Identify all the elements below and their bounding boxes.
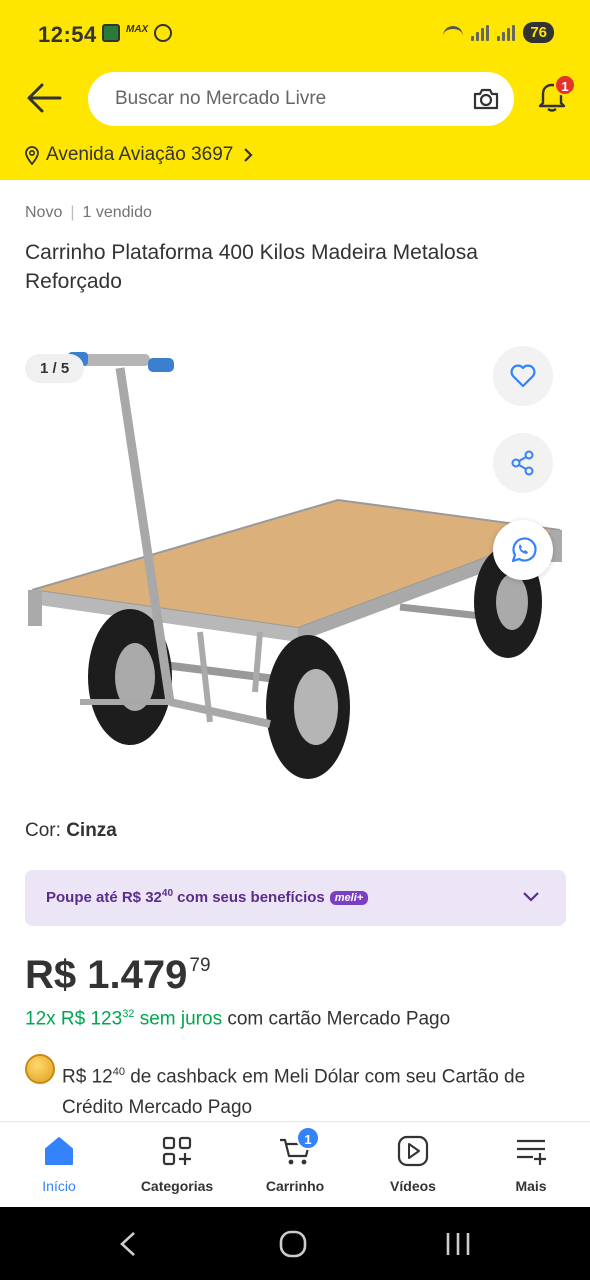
- nav-item-home[interactable]: Início: [0, 1122, 118, 1208]
- installments-info: 12x R$ 12332 sem juros com cartão Mercad…: [25, 1008, 450, 1030]
- wifi-icon: [443, 25, 464, 40]
- notification-badge: 1: [554, 74, 576, 96]
- whatsapp-share-button[interactable]: [493, 520, 553, 580]
- whatsapp-icon: [511, 537, 537, 563]
- signal-icon-2: [497, 24, 516, 41]
- price-whole: 1.479: [87, 953, 188, 997]
- sold-count: 1 vendido: [82, 204, 152, 221]
- chevron-down-icon: [523, 892, 539, 902]
- nav-label-videos: Vídeos: [390, 1178, 436, 1194]
- installment-suffix: com cartão Mercado Pago: [227, 1008, 451, 1030]
- heart-icon: [510, 364, 536, 388]
- benefits-text: Poupe até R$ 3240 com seus benefícios mel…: [46, 888, 369, 906]
- status-bar: 12:54 MAX 76: [0, 0, 590, 70]
- status-right-icons: 76: [443, 22, 554, 43]
- installment-count: 12x R$ 123: [25, 1008, 123, 1030]
- camera-icon[interactable]: [472, 85, 500, 113]
- meli-plus-badge: meli+: [329, 891, 369, 905]
- benefit-cents: 40: [161, 888, 174, 899]
- system-recents-icon[interactable]: [444, 1229, 472, 1259]
- cashback-amount: R$ 12: [62, 1066, 113, 1088]
- more-icon: [517, 1139, 546, 1165]
- sync-notification-icon: [154, 24, 172, 42]
- installment-cents: 32: [122, 1008, 135, 1020]
- product-gallery[interactable]: 1 / 5: [0, 322, 590, 800]
- cart-badge: 1: [296, 1126, 320, 1150]
- notifications-button[interactable]: 1: [534, 74, 576, 118]
- color-selector[interactable]: Cor: Cinza: [25, 820, 117, 842]
- system-navigation-bar: [0, 1207, 590, 1280]
- share-icon: [511, 450, 534, 476]
- price-cents: 79: [189, 955, 211, 976]
- max-notification-icon: MAX: [126, 24, 149, 35]
- benefit-suffix: com seus benefícios: [173, 889, 325, 906]
- battery-indicator: 76: [523, 22, 554, 43]
- condition-text: Novo: [25, 204, 63, 221]
- nav-item-categories[interactable]: Categorias: [118, 1122, 236, 1208]
- nav-item-more[interactable]: Mais: [472, 1122, 590, 1208]
- product-price: R$ 1.479 79: [25, 953, 211, 998]
- signal-icon: [471, 24, 490, 41]
- product-title: Carrinho Plataforma 400 Kilos Madeira Me…: [25, 241, 478, 293]
- chevron-right-icon: [244, 148, 253, 162]
- location-pin-icon: [25, 146, 39, 165]
- nav-item-cart[interactable]: 1 Carrinho: [236, 1122, 354, 1208]
- nav-label-categories: Categorias: [140, 1178, 214, 1194]
- image-counter: 1 / 5: [25, 354, 85, 383]
- home-icon: [45, 1137, 73, 1165]
- app-notification-icon: [102, 24, 120, 42]
- system-home-icon[interactable]: [278, 1229, 308, 1259]
- favorite-button[interactable]: [493, 346, 553, 406]
- cashback-description: de cashback em Meli Dólar com seu Cartão…: [62, 1066, 526, 1119]
- cashback-cents: 40: [112, 1066, 125, 1078]
- benefit-amount: Poupe até R$ 32: [46, 889, 162, 906]
- status-time: 12:54: [38, 22, 97, 47]
- nav-item-videos[interactable]: Vídeos: [354, 1122, 472, 1208]
- search-input[interactable]: Buscar no Mercado Livre: [88, 72, 514, 126]
- video-icon: [397, 1135, 429, 1167]
- share-button[interactable]: [493, 433, 553, 493]
- no-interest-text: sem juros: [139, 1008, 223, 1030]
- back-arrow-icon[interactable]: [24, 80, 64, 116]
- nav-label-cart: Carrinho: [265, 1178, 325, 1194]
- categories-icon: [162, 1136, 192, 1166]
- price-currency: R$: [25, 953, 77, 997]
- benefits-banner[interactable]: Poupe até R$ 3240 com seus benefícios mel…: [25, 870, 566, 926]
- search-placeholder: Buscar no Mercado Livre: [115, 88, 327, 109]
- cashback-text: R$ 1240 de cashback em Meli Dólar com se…: [62, 1057, 577, 1123]
- status-notification-icons: MAX: [102, 24, 172, 42]
- address-selector[interactable]: Avenida Aviação 3697: [24, 144, 253, 166]
- nav-label-home: Início: [42, 1178, 76, 1194]
- meli-dollar-coin-icon: [25, 1054, 55, 1084]
- color-value: Cinza: [66, 820, 117, 841]
- header: Buscar no Mercado Livre 1 Avenida Aviaçã…: [0, 70, 590, 180]
- nav-label-more: Mais: [515, 1178, 547, 1194]
- product-condition: Novo | 1 vendido: [25, 204, 152, 221]
- color-label: Cor:: [25, 820, 61, 841]
- address-text: Avenida Aviação 3697: [46, 144, 234, 165]
- system-back-icon[interactable]: [116, 1229, 140, 1259]
- bottom-navigation: Início Categorias 1 Carrinho Vídeos Mais: [0, 1121, 590, 1207]
